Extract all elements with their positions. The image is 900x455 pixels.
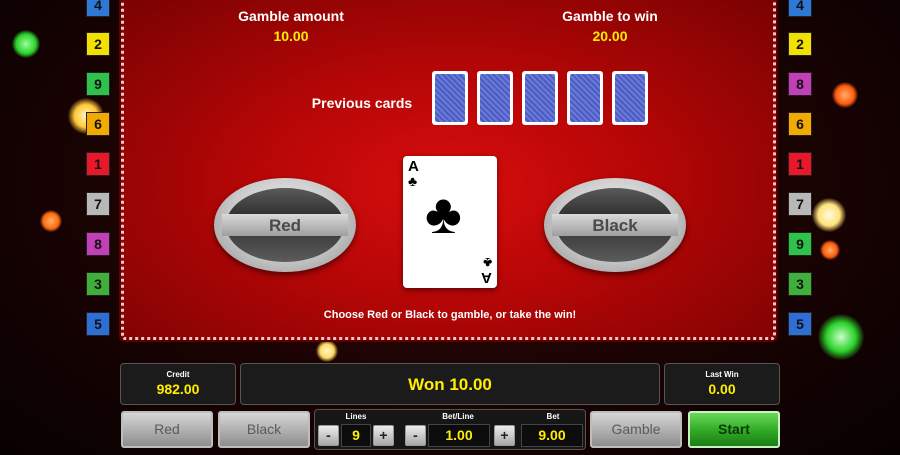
- previous-card-back: [522, 71, 558, 125]
- left-line-badge: 8: [86, 232, 110, 256]
- red-gamble-label: Red: [268, 216, 302, 235]
- start-button[interactable]: Start: [688, 411, 780, 448]
- decor-light: [832, 82, 858, 108]
- bet-label: Bet: [546, 412, 560, 421]
- gamble-instruction: Choose Red or Black to gamble, or take t…: [323, 309, 577, 321]
- left-line-badge: 9: [86, 72, 110, 96]
- bet-value: 9.00: [521, 424, 583, 447]
- last-win-panel: Last Win 0.00: [664, 363, 780, 405]
- last-win-label: Last Win: [705, 370, 739, 379]
- left-line-badge: 7: [86, 192, 110, 216]
- lines-value: 9: [341, 424, 371, 447]
- black-gamble-label: Black: [592, 216, 638, 235]
- right-line-badge: 7: [788, 192, 812, 216]
- left-line-badge: 2: [86, 32, 110, 56]
- black-button[interactable]: Black: [218, 411, 310, 448]
- right-line-badge: 4: [788, 0, 812, 17]
- left-line-badge: 1: [86, 152, 110, 176]
- previous-cards-label: Previous cards: [311, 95, 413, 111]
- right-line-badge: 1: [788, 152, 812, 176]
- credit-label: Credit: [166, 370, 190, 379]
- right-line-badge: 3: [788, 272, 812, 296]
- right-line-badge: 5: [788, 312, 812, 336]
- credit-panel: Credit 982.00: [120, 363, 236, 405]
- club-icon: ♣: [408, 173, 418, 189]
- right-line-badge: 8: [788, 72, 812, 96]
- decor-light: [820, 240, 840, 260]
- current-card: A ♣ ♣ A ♣: [403, 156, 497, 288]
- left-line-badge: 4: [86, 0, 110, 17]
- right-line-badge: 2: [788, 32, 812, 56]
- right-line-badge: 9: [788, 232, 812, 256]
- decor-light: [40, 210, 62, 232]
- decor-light: [12, 30, 40, 58]
- right-line-badge: 6: [788, 112, 812, 136]
- decor-light: [812, 198, 846, 232]
- lines-minus-button[interactable]: -: [318, 425, 339, 446]
- card-rank-bottom: A: [481, 269, 492, 286]
- credit-value: 982.00: [156, 381, 200, 397]
- previous-card-back: [567, 71, 603, 125]
- betline-minus-button[interactable]: -: [405, 425, 426, 446]
- gamble-to-win-label: Gamble to win: [562, 8, 658, 24]
- left-line-badge: 5: [86, 312, 110, 336]
- last-win-value: 0.00: [708, 381, 736, 397]
- betline-plus-button[interactable]: +: [494, 425, 515, 446]
- left-line-badge: 6: [86, 112, 110, 136]
- decor-light: [818, 314, 864, 360]
- win-message: Won 10.00: [408, 375, 492, 394]
- club-icon: ♣: [482, 255, 492, 271]
- message-panel: Won 10.00: [240, 363, 660, 405]
- red-button[interactable]: Red: [121, 411, 213, 448]
- lines-label: Lines: [345, 412, 367, 421]
- betline-label: Bet/Line: [442, 412, 474, 421]
- black-gamble-button[interactable]: Black: [544, 178, 686, 272]
- left-line-badge: 3: [86, 272, 110, 296]
- gamble-button[interactable]: Gamble: [590, 411, 682, 448]
- previous-card-back: [477, 71, 513, 125]
- betline-value: 1.00: [428, 424, 490, 447]
- lines-plus-button[interactable]: +: [373, 425, 394, 446]
- gamble-amount-label: Gamble amount: [238, 8, 344, 24]
- gamble-amount-value: 10.00: [273, 28, 309, 44]
- red-gamble-button[interactable]: Red: [214, 178, 356, 272]
- decor-light: [316, 340, 338, 362]
- previous-card-back: [432, 71, 468, 125]
- gamble-to-win-value: 20.00: [592, 28, 628, 44]
- club-icon: ♣: [425, 182, 462, 245]
- previous-card-back: [612, 71, 648, 125]
